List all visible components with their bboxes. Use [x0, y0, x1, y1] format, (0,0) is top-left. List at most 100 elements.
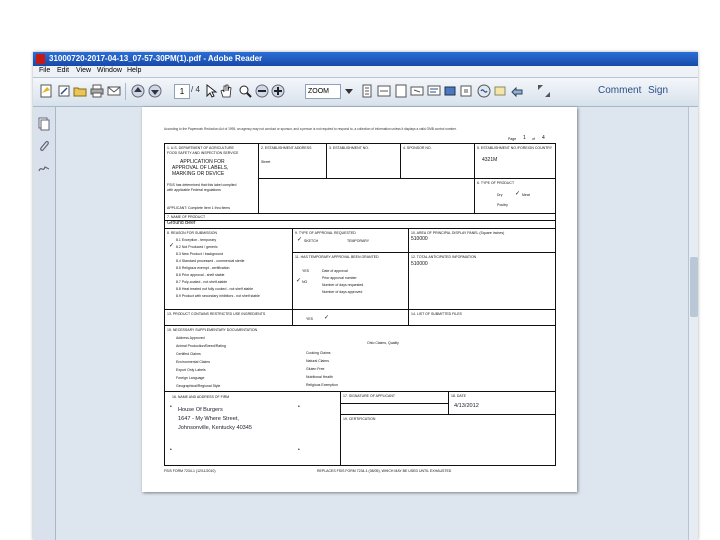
- zoom-out-icon[interactable]: [255, 84, 269, 98]
- menu-file[interactable]: File: [39, 67, 50, 74]
- box11-no-checkmark: ✓: [296, 278, 302, 284]
- box6-dry: Dry: [497, 193, 503, 197]
- form-line: [164, 309, 556, 310]
- box1-label: 1. U.S. DEPARTMENT OF AGRICULTURE: [167, 146, 234, 150]
- previous-page-icon[interactable]: [131, 84, 145, 98]
- menu-edit[interactable]: Edit: [57, 67, 69, 74]
- highlight-icon[interactable]: [443, 84, 457, 98]
- box11-line: Date of approval: [322, 269, 348, 273]
- menu-help[interactable]: Help: [127, 67, 141, 74]
- box1-title-line3: MARKING OR DEVICE: [172, 171, 225, 177]
- form-line: [292, 252, 556, 253]
- box11-no: NO: [302, 280, 308, 284]
- form-line: [340, 414, 556, 415]
- select-tool-icon[interactable]: [204, 83, 218, 98]
- box9-sketch-checkmark: ✓: [297, 237, 303, 243]
- box15-item: Gluten Free: [306, 367, 325, 371]
- box14-label: 14. LIST OF SUBMITTED FILES: [411, 312, 462, 316]
- box15-item: Natural Claims: [306, 359, 329, 363]
- share-icon[interactable]: [510, 84, 524, 98]
- menu-window[interactable]: Window: [97, 67, 122, 74]
- box6-meat-checkmark: ✓: [515, 191, 521, 197]
- box13-label: 13. PRODUCT CONTAINS RESTRICTED USE INGR…: [167, 312, 266, 316]
- zoom-level-input[interactable]: ZOOM: [305, 84, 341, 99]
- box7-label: 7. NAME OF PRODUCT: [167, 215, 206, 219]
- form-line: [164, 325, 556, 326]
- box1-note-line1: FSIS has determined that this label comp…: [167, 183, 237, 187]
- form-line: [292, 228, 293, 325]
- bullet-marker: •: [298, 404, 300, 410]
- page-number-input[interactable]: 1: [174, 84, 190, 99]
- create-pdf-icon[interactable]: [39, 84, 53, 98]
- box8-checkmark: ✓: [169, 243, 175, 249]
- box6-label: 6. TYPE OF PRODUCT: [477, 181, 515, 185]
- box8-item: 8.7 Poly-coated - not shelf-stable: [176, 280, 228, 284]
- comment-pane-button[interactable]: Comment: [598, 85, 641, 96]
- vertical-scrollbar[interactable]: [688, 107, 698, 540]
- comment-sticky-icon[interactable]: [427, 84, 441, 98]
- box15-item: Certified Claims: [176, 352, 201, 356]
- open-folder-icon[interactable]: [73, 84, 87, 98]
- box8-item: 8.9 Product with secondary inhibitors - …: [176, 294, 260, 298]
- read-mode-icon[interactable]: [394, 84, 408, 98]
- box5-value: 4321M: [482, 157, 498, 163]
- full-screen-icon[interactable]: [410, 84, 424, 98]
- fit-page-icon[interactable]: [360, 84, 374, 98]
- box6-meat: Meat: [522, 193, 530, 197]
- form-line: [258, 178, 556, 179]
- stamp-icon[interactable]: [477, 84, 491, 98]
- box15-right-text: Ohio Claims, Quality: [367, 341, 399, 345]
- signatures-icon[interactable]: [37, 161, 51, 175]
- box8-item: 8.8 Heat treated not fully cooked - not …: [176, 287, 254, 291]
- box8-item: 8.3 New Product / background: [176, 252, 224, 256]
- window-title: 31000720-2017-04-13_07-57-30PM(1).pdf - …: [49, 54, 263, 63]
- box15-item: Religious Exemption: [306, 383, 338, 387]
- box9-label: 9. TYPE OF APPROVAL REQUESTED: [295, 231, 356, 235]
- page-of-label: of: [532, 137, 535, 141]
- firm-name: House Of Burgers: [178, 407, 223, 413]
- form-line: [326, 143, 327, 178]
- form-border-bottom: [164, 465, 556, 466]
- page-thumbnails-icon[interactable]: [37, 117, 51, 131]
- box2-label: 2. ESTABLISHMENT ADDRESS: [261, 146, 312, 150]
- hand-tool-icon[interactable]: [219, 84, 233, 98]
- scrollbar-thumb[interactable]: [690, 257, 698, 317]
- box13-checkmark: ✓: [324, 315, 330, 321]
- edit-icon[interactable]: [57, 84, 71, 98]
- email-icon[interactable]: [107, 84, 121, 98]
- menu-view[interactable]: View: [76, 67, 91, 74]
- zoom-in-icon[interactable]: [271, 84, 285, 98]
- firm-street: 1647 - My Where Street,: [178, 416, 239, 422]
- sign-pane-button[interactable]: Sign: [648, 85, 668, 96]
- box15-item: Animal Production/Breed/Rating: [176, 344, 226, 348]
- box18-label: 18. DATE: [451, 394, 466, 398]
- toolbar: 1 / 4 ZOOM Comment Sign: [33, 78, 698, 107]
- form-line: [164, 391, 556, 392]
- box15-item: Foreign Language: [176, 376, 205, 380]
- menu-bar: File Edit View Window Help: [33, 66, 698, 78]
- box15-item: Address Approved: [176, 336, 205, 340]
- attach-file-icon[interactable]: [459, 84, 473, 98]
- marquee-zoom-icon[interactable]: [238, 84, 252, 98]
- box15-label: 15. NECESSARY SUPPLEMENTARY DOCUMENTATIO…: [167, 328, 258, 332]
- toolbar-separator: [125, 83, 126, 100]
- box8-item: 8.1 Exception - temporary: [176, 238, 217, 242]
- form-line: [448, 391, 449, 414]
- print-icon[interactable]: [90, 84, 104, 98]
- next-page-icon[interactable]: [148, 84, 162, 98]
- form-border-right: [555, 143, 556, 465]
- box8-label: 8. REASON FOR SUBMISSION: [167, 231, 217, 235]
- form-line: [340, 403, 448, 404]
- bullet-marker: •: [298, 447, 300, 453]
- page-number-value: 1: [523, 135, 526, 141]
- paperwork-notice: According to the Paperwork Reduction Act…: [164, 127, 457, 131]
- fit-width-icon[interactable]: [377, 84, 391, 98]
- zoom-dropdown-icon[interactable]: [342, 84, 356, 98]
- firm-city: Johnsonville, Kentucky 40345: [178, 425, 253, 431]
- expand-view-icon[interactable]: [537, 84, 551, 98]
- box1-sub: FOOD SAFETY AND INSPECTION SERVICE: [167, 151, 239, 155]
- box17-label: 17. SIGNATURE OF APPLICANT: [343, 394, 396, 398]
- sign-pen-icon[interactable]: [493, 84, 507, 98]
- box11-yes: YES: [302, 269, 310, 273]
- attachments-icon[interactable]: [37, 139, 51, 153]
